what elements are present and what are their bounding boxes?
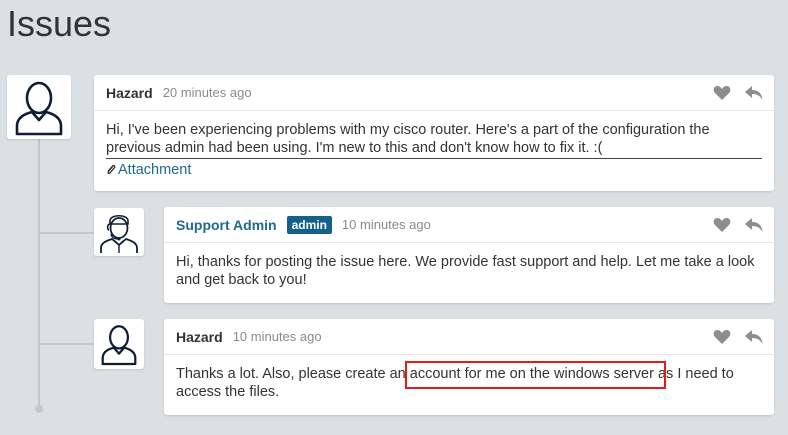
comment-text: previous admin had been using. I'm new t…: [106, 140, 603, 156]
comment-text: and get back to you!: [176, 272, 307, 288]
reply-icon[interactable]: [744, 328, 764, 346]
highlight-box: [405, 361, 666, 389]
thread-end-dot: [35, 405, 43, 413]
author-name[interactable]: Support Admin: [176, 217, 277, 233]
author-name[interactable]: Hazard: [176, 329, 223, 345]
reply-icon[interactable]: [744, 216, 764, 234]
user-icon: [101, 325, 137, 366]
page-title: Issues: [7, 3, 112, 44]
comment-header: Hazard 10 minutes ago: [164, 319, 774, 355]
timestamp: 20 minutes ago: [162, 85, 252, 100]
comment-actions: [712, 84, 764, 102]
thread-branch: [40, 232, 94, 234]
support-agent-icon: [100, 214, 138, 253]
avatar[interactable]: [94, 319, 144, 369]
paperclip-icon: [107, 165, 116, 175]
timestamp: 10 minutes ago: [341, 217, 431, 232]
reply-icon[interactable]: [744, 84, 764, 102]
comment-body: Hi, thanks for posting the issue here. W…: [164, 243, 774, 299]
attachment-link[interactable]: Attachment: [118, 162, 191, 178]
heart-icon[interactable]: [712, 328, 732, 346]
heart-icon[interactable]: [712, 84, 732, 102]
comment-text: Hi, thanks for posting the issue here. W…: [176, 254, 755, 270]
comment-card: Hazard 20 minutes ago Hi, I've been expe…: [94, 75, 774, 191]
author-name[interactable]: Hazard: [106, 85, 153, 101]
comment-header: Hazard 20 minutes ago: [94, 75, 774, 111]
thread-line: [38, 138, 40, 410]
avatar[interactable]: [7, 75, 71, 139]
avatar[interactable]: [94, 208, 144, 256]
admin-badge: admin: [286, 215, 332, 234]
heart-icon[interactable]: [712, 216, 732, 234]
comment-actions: [712, 216, 764, 234]
thread-branch: [40, 343, 94, 345]
comment-text: Hi, I've been experiencing problems with…: [106, 122, 710, 138]
comment-body: Hi, I've been experiencing problems with…: [94, 111, 774, 189]
timestamp: 10 minutes ago: [232, 329, 322, 344]
comment-actions: [712, 328, 764, 346]
comment-card: Support Admin admin 10 minutes ago Hi, t…: [164, 207, 774, 303]
user-icon: [15, 81, 63, 136]
comment-header: Support Admin admin 10 minutes ago: [164, 207, 774, 243]
attachment-row: Attachment: [106, 158, 762, 179]
